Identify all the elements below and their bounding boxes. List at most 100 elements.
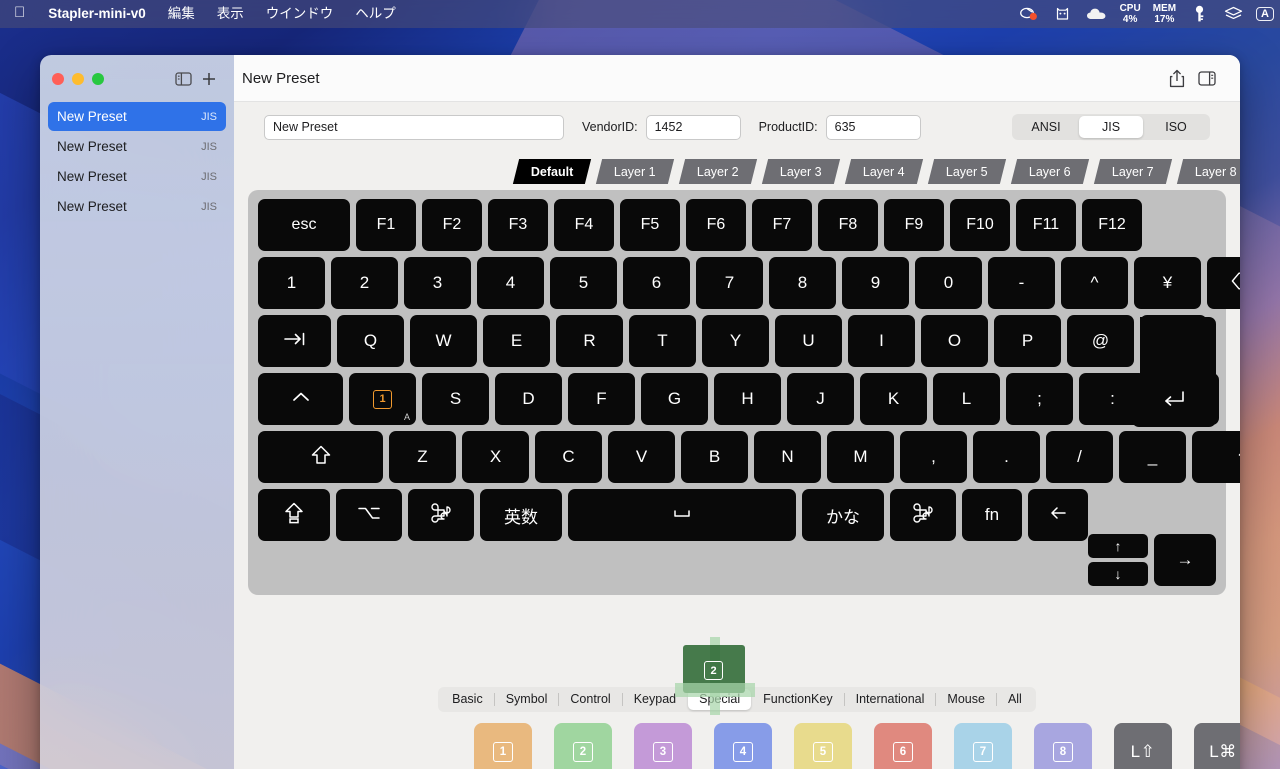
key-f12[interactable]: F12 — [1082, 199, 1142, 251]
key-;[interactable]: ; — [1006, 373, 1073, 425]
preset-row[interactable]: New Preset JIS — [48, 162, 226, 191]
menu-edit[interactable]: 編集 — [157, 0, 206, 28]
category-tab-symbol[interactable]: Symbol — [495, 689, 559, 710]
key-f6[interactable]: F6 — [686, 199, 746, 251]
key-y[interactable]: Y — [702, 315, 769, 367]
layer-tab-layer-3[interactable]: Layer 3 — [761, 158, 841, 184]
input-source-indicator[interactable]: A — [1256, 7, 1274, 21]
key-⌫[interactable] — [1207, 257, 1240, 309]
key-f10[interactable]: F10 — [950, 199, 1010, 251]
palette-tile[interactable]: 5 — [794, 723, 852, 769]
key-v[interactable]: V — [608, 431, 675, 483]
key-⇧[interactable] — [258, 431, 383, 483]
key-f5[interactable]: F5 — [620, 199, 680, 251]
palette-tile[interactable]: 8 — [1034, 723, 1092, 769]
key-h[interactable]: H — [714, 373, 781, 425]
layout-option-ansi[interactable]: ANSI — [1014, 116, 1078, 138]
key-4[interactable]: 4 — [477, 257, 544, 309]
key-j[interactable]: J — [787, 373, 854, 425]
mem-meter[interactable]: MEM 17% — [1153, 3, 1176, 25]
preset-name-input[interactable] — [264, 114, 564, 140]
key-⇧[interactable] — [1192, 431, 1240, 483]
share-icon[interactable] — [1162, 65, 1192, 91]
menu-help[interactable]: ヘルプ — [344, 0, 407, 28]
key-3[interactable]: 3 — [404, 257, 471, 309]
key-b[interactable]: B — [681, 431, 748, 483]
palette-tile[interactable]: 6 — [874, 723, 932, 769]
key-f3[interactable]: F3 — [488, 199, 548, 251]
category-tab-keypad[interactable]: Keypad — [623, 689, 687, 710]
layer-tab-layer-5[interactable]: Layer 5 — [927, 158, 1007, 184]
llama-icon[interactable] — [1052, 3, 1074, 25]
category-tab-control[interactable]: Control — [559, 689, 621, 710]
palette-tile[interactable]: 3 — [634, 723, 692, 769]
palette-tile[interactable]: L⇧ — [1114, 723, 1172, 769]
key-8[interactable]: 8 — [769, 257, 836, 309]
layer-tab-default[interactable]: Default — [512, 158, 592, 184]
palette-tile[interactable]: 1 — [474, 723, 532, 769]
layout-option-jis[interactable]: JIS — [1079, 116, 1143, 138]
key-d[interactable]: D — [495, 373, 562, 425]
key-x[interactable]: X — [462, 431, 529, 483]
key-w[interactable]: W — [410, 315, 477, 367]
menu-app-name[interactable]: Stapler-mini-v0 — [37, 0, 157, 28]
zoom-button[interactable] — [92, 72, 104, 85]
close-button[interactable] — [52, 72, 64, 85]
key-␣[interactable] — [568, 489, 796, 541]
key-^[interactable]: ^ — [1061, 257, 1128, 309]
sidebar-toggle-icon[interactable] — [170, 68, 196, 90]
preset-row[interactable]: New Preset JIS — [48, 192, 226, 221]
menu-window[interactable]: ウインドウ — [255, 0, 345, 28]
key-@[interactable]: @ — [1067, 315, 1134, 367]
key-⇪[interactable] — [258, 489, 330, 541]
key-f1[interactable]: F1 — [356, 199, 416, 251]
key-/[interactable]: / — [1046, 431, 1113, 483]
add-preset-button[interactable] — [196, 68, 222, 90]
key-i[interactable]: I — [848, 315, 915, 367]
key-c[interactable]: C — [535, 431, 602, 483]
key-,[interactable]: , — [900, 431, 967, 483]
key-2[interactable]: 2 — [331, 257, 398, 309]
key-icon[interactable] — [1188, 3, 1210, 25]
key-f4[interactable]: F4 — [554, 199, 614, 251]
key-t[interactable]: T — [629, 315, 696, 367]
inspector-toggle-icon[interactable] — [1192, 65, 1222, 91]
stack-icon[interactable] — [1222, 3, 1244, 25]
category-tab-mouse[interactable]: Mouse — [936, 689, 996, 710]
key-s[interactable]: S — [422, 373, 489, 425]
layer-tab-layer-1[interactable]: Layer 1 — [595, 158, 675, 184]
palette-tile[interactable]: 4 — [714, 723, 772, 769]
key-_[interactable]: _ — [1119, 431, 1186, 483]
key-7[interactable]: 7 — [696, 257, 763, 309]
layout-option-iso[interactable]: ISO — [1144, 116, 1208, 138]
key-r[interactable]: R — [556, 315, 623, 367]
key-u[interactable]: U — [775, 315, 842, 367]
key-かな[interactable]: かな — [802, 489, 884, 541]
key-←[interactable] — [1028, 489, 1088, 541]
cpu-meter[interactable]: CPU 4% — [1120, 3, 1141, 25]
key-assigned[interactable]: 1A — [349, 373, 416, 425]
layer-tab-layer-7[interactable]: Layer 7 — [1093, 158, 1173, 184]
category-tab-special[interactable]: Special — [688, 688, 752, 710]
arrow-up-key[interactable]: ↑ — [1088, 534, 1148, 558]
arrow-right-key[interactable]: → — [1154, 534, 1216, 586]
key-0[interactable]: 0 — [915, 257, 982, 309]
palette-tile[interactable]: 7 — [954, 723, 1012, 769]
preset-row[interactable]: New Preset JIS — [48, 102, 226, 131]
key-f11[interactable]: F11 — [1016, 199, 1076, 251]
key-fn[interactable]: fn — [962, 489, 1022, 541]
key-o[interactable]: O — [921, 315, 988, 367]
preset-row[interactable]: New Preset JIS — [48, 132, 226, 161]
key-f2[interactable]: F2 — [422, 199, 482, 251]
key-英数[interactable]: 英数 — [480, 489, 562, 541]
key-⌘[interactable] — [890, 489, 956, 541]
key--[interactable]: - — [988, 257, 1055, 309]
key-e[interactable]: E — [483, 315, 550, 367]
key-⌥[interactable] — [336, 489, 402, 541]
layer-tab-layer-2[interactable]: Layer 2 — [678, 158, 758, 184]
key-1[interactable]: 1 — [258, 257, 325, 309]
key-⌃[interactable] — [258, 373, 343, 425]
key-q[interactable]: Q — [337, 315, 404, 367]
key-⌘[interactable] — [408, 489, 474, 541]
key-z[interactable]: Z — [389, 431, 456, 483]
